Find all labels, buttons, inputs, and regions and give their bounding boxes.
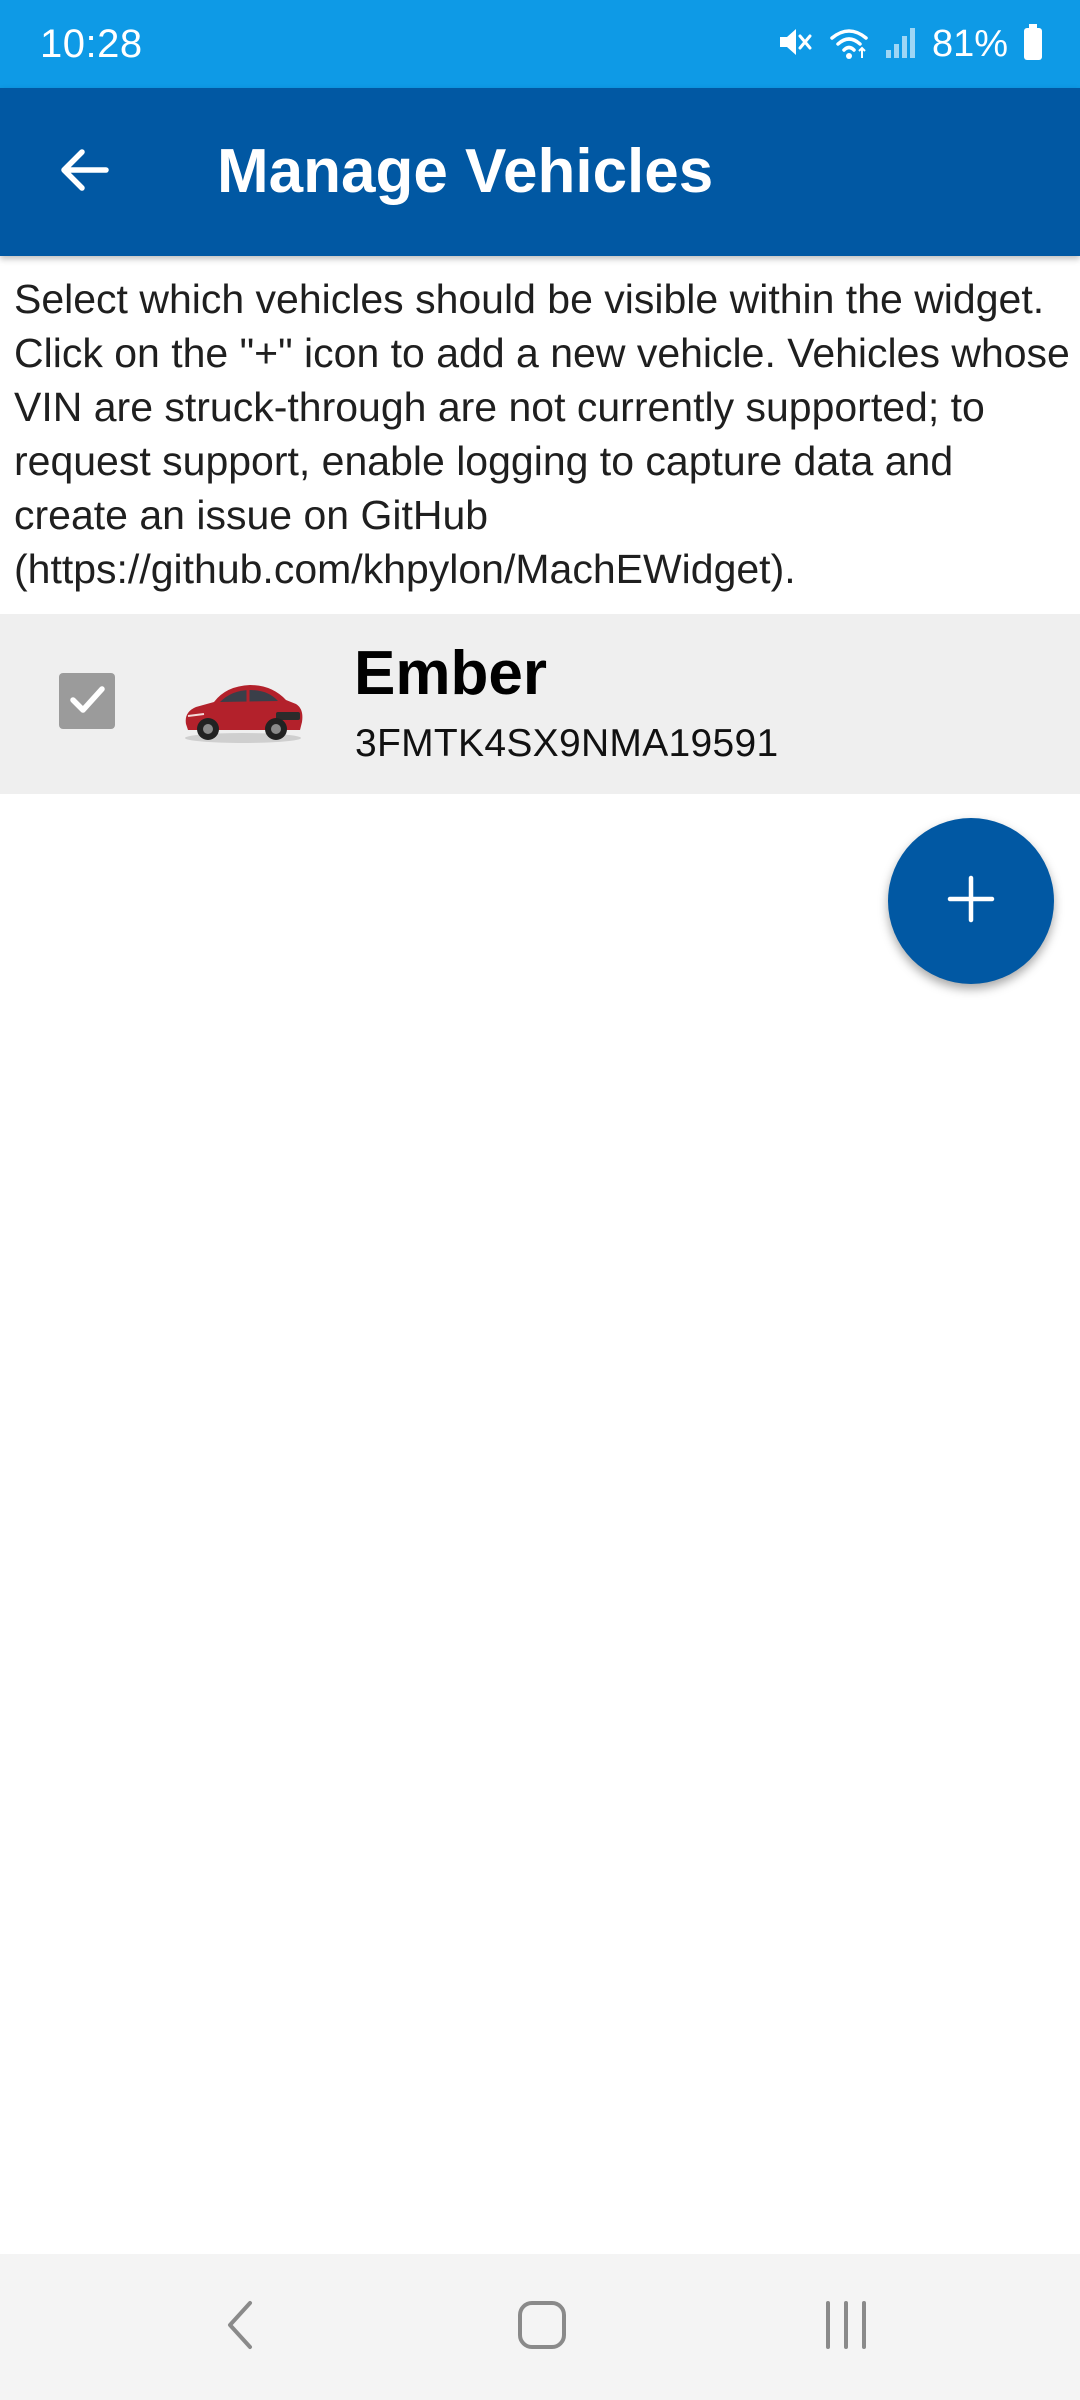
app-bar: Manage Vehicles: [0, 88, 1080, 256]
vehicle-visible-checkbox[interactable]: [59, 673, 115, 729]
vehicle-name: Ember: [354, 639, 547, 708]
system-nav-bar: [0, 2254, 1080, 2400]
back-button[interactable]: [40, 132, 128, 212]
nav-home-icon: [512, 2295, 572, 2360]
nav-recents-button[interactable]: [766, 2254, 926, 2400]
page-title: Manage Vehicles: [217, 137, 714, 206]
wifi-icon: [828, 22, 870, 67]
checkmark-icon: [65, 677, 109, 726]
description-text: Select which vehicles should be visible …: [14, 276, 1070, 592]
arrow-back-icon: [56, 142, 112, 203]
nav-home-button[interactable]: [462, 2254, 622, 2400]
mute-icon: [774, 22, 814, 67]
status-time: 10:28: [40, 22, 143, 66]
vehicle-vin: 3FMTK4SX9NMA19591: [355, 722, 779, 765]
vehicle-image: [180, 672, 306, 746]
signal-icon: [884, 22, 918, 67]
status-bar: 10:28 81%: [0, 0, 1080, 88]
nav-back-button[interactable]: [160, 2254, 320, 2400]
nav-recents-icon: [816, 2295, 876, 2360]
status-icons: 81%: [774, 22, 1044, 66]
add-vehicle-button[interactable]: [888, 818, 1054, 984]
battery-icon: [1022, 22, 1044, 67]
nav-back-icon: [220, 2295, 260, 2360]
plus-icon: [946, 874, 996, 929]
battery-percentage: 81%: [931, 22, 1008, 65]
